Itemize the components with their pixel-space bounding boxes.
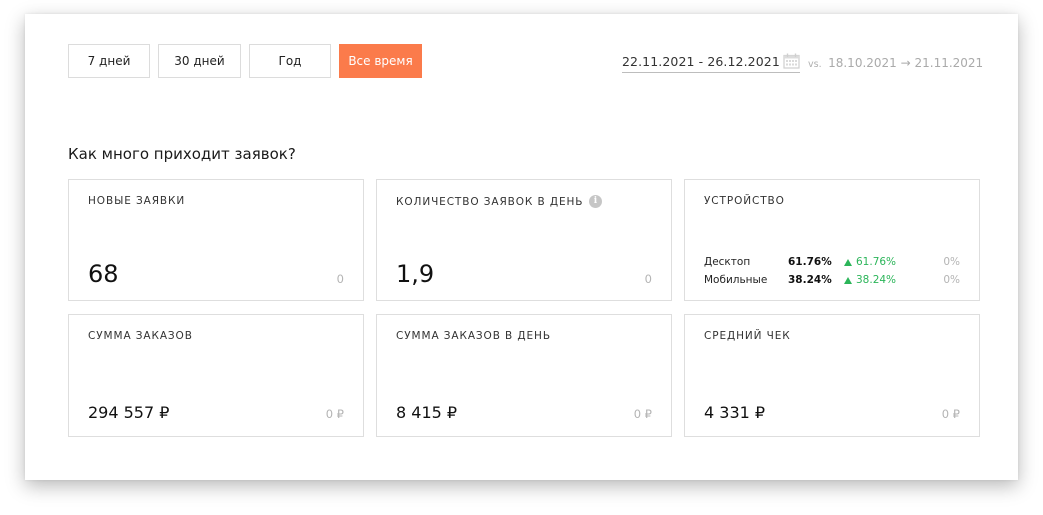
tile-title: КОЛИЧЕСТВО ЗАЯВОК В ДЕНЬ [396, 195, 584, 208]
device-percent: 61.76% [788, 256, 832, 268]
device-row-desktop: Десктоп 61.76% 61.76% 0% [704, 256, 960, 268]
tile-compare: 0 ₽ [325, 407, 344, 421]
tile-value: 4 331 ₽ [704, 403, 766, 422]
device-change: 0% [943, 274, 960, 286]
device-delta: 38.24% [844, 274, 934, 286]
date-range-input[interactable]: 22.11.2021 - 26.12.2021 [622, 53, 800, 73]
tile-compare: 0 [644, 272, 652, 286]
dashboard-panel: 7 дней 30 дней Год Все время 22.11.2021 … [25, 14, 1018, 480]
tile-title: СРЕДНИЙ ЧЕК [704, 330, 791, 342]
device-percent: 38.24% [788, 274, 832, 286]
info-icon[interactable]: i [589, 195, 603, 208]
tile-title: УСТРОЙСТВО [704, 195, 785, 207]
tile-title-row: КОЛИЧЕСТВО ЗАЯВОК В ДЕНЬ i [396, 195, 603, 208]
calendar-icon[interactable] [783, 53, 800, 69]
period-7-days-button[interactable]: 7 дней [68, 44, 150, 78]
section-title: Как много приходит заявок? [68, 145, 296, 163]
tile-value: 1,9 [396, 260, 435, 288]
period-all-time-button[interactable]: Все время [339, 44, 422, 78]
tile-value: 8 415 ₽ [396, 403, 458, 422]
compare-prefix: vs. [808, 59, 822, 70]
tile-compare: 0 ₽ [633, 407, 652, 421]
tile-title: СУММА ЗАКАЗОВ В ДЕНЬ [396, 330, 551, 342]
orders-sum-per-day-tile: СУММА ЗАКАЗОВ В ДЕНЬ 8 415 ₽ 0 ₽ [376, 314, 672, 437]
tile-title: НОВЫЕ ЗАЯВКИ [88, 195, 186, 207]
tile-value: 68 [88, 260, 119, 288]
period-selector: 7 дней 30 дней Год Все время [68, 44, 422, 78]
tile-compare: 0 [336, 272, 344, 286]
device-name: Десктоп [704, 256, 751, 268]
device-change: 0% [943, 256, 960, 268]
compare-range-value: 18.10.2021 → 21.11.2021 [828, 56, 984, 70]
date-range-picker: 22.11.2021 - 26.12.2021 vs. 18.10.2021 →… [622, 53, 983, 73]
arrow-up-icon [844, 276, 852, 284]
device-delta-value: 38.24% [856, 274, 897, 286]
arrow-up-icon [844, 258, 852, 266]
requests-per-day-tile: КОЛИЧЕСТВО ЗАЯВОК В ДЕНЬ i 1,9 0 [376, 179, 672, 301]
device-tile: УСТРОЙСТВО Десктоп 61.76% 61.76% 0% Моби… [684, 179, 980, 301]
period-year-button[interactable]: Год [249, 44, 331, 78]
avg-check-tile: СРЕДНИЙ ЧЕК 4 331 ₽ 0 ₽ [684, 314, 980, 437]
device-name: Мобильные [704, 274, 768, 286]
date-range-value: 22.11.2021 - 26.12.2021 [622, 53, 780, 69]
period-30-days-button[interactable]: 30 дней [158, 44, 241, 78]
compare-range: vs. 18.10.2021 → 21.11.2021 [808, 56, 983, 70]
tile-value: 294 557 ₽ [88, 403, 170, 422]
device-delta: 61.76% [844, 256, 934, 268]
orders-sum-tile: СУММА ЗАКАЗОВ 294 557 ₽ 0 ₽ [68, 314, 364, 437]
device-row-mobile: Мобильные 38.24% 38.24% 0% [704, 274, 960, 286]
device-delta-value: 61.76% [856, 256, 897, 268]
tile-compare: 0 ₽ [941, 407, 960, 421]
new-requests-tile: НОВЫЕ ЗАЯВКИ 68 0 [68, 179, 364, 301]
tile-title: СУММА ЗАКАЗОВ [88, 330, 193, 342]
